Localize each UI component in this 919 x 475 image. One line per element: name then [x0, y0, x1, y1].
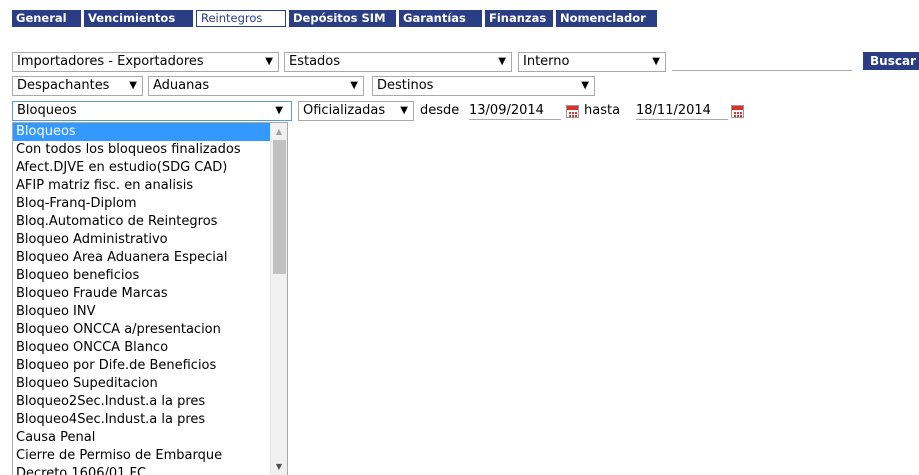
calendar-icon[interactable] [731, 105, 744, 118]
scroll-up-icon[interactable]: ▲ [271, 123, 287, 140]
chevron-down-icon: ▼ [652, 56, 660, 67]
dropdown-option[interactable]: Cierre de Permiso de Embarque [13, 447, 273, 465]
oficializadas-select[interactable]: Oficializadas ▼ [298, 101, 414, 121]
despachantes-select[interactable]: Despachantes ▼ [12, 76, 143, 96]
aduanas-select-value: Aduanas [153, 78, 210, 93]
desde-date-input[interactable]: 13/09/2014 [469, 102, 561, 120]
chevron-down-icon: ▼ [581, 80, 589, 91]
tab-reintegros[interactable]: Reintegros [196, 10, 286, 27]
scrollbar-thumb[interactable] [273, 140, 286, 274]
dropdown-option[interactable]: Bloqueo4Sec.Indust.a la pres [13, 411, 273, 429]
scroll-down-icon[interactable]: ▼ [271, 458, 287, 475]
dropdown-option[interactable]: Bloq-Franq-Diplom [13, 195, 273, 213]
dropdown-option[interactable]: Bloqueos [13, 123, 273, 141]
destinos-select[interactable]: Destinos ▼ [372, 76, 595, 96]
chevron-down-icon: ▼ [265, 56, 273, 67]
bloqueos-dropdown-list[interactable]: Bloqueos Con todos los bloqueos finaliza… [12, 122, 288, 475]
dropdown-option[interactable]: Bloqueo ONCCA a/presentacion [13, 321, 273, 339]
dropdown-option[interactable]: Bloqueo2Sec.Indust.a la pres [13, 393, 273, 411]
dropdown-option[interactable]: Bloqueo Supeditacion [13, 375, 273, 393]
buscar-button[interactable]: Buscar [863, 52, 919, 70]
dropdown-scrollbar[interactable]: ▲ ▼ [270, 123, 287, 475]
oficializadas-select-value: Oficializadas [303, 103, 386, 118]
chevron-down-icon: ▼ [275, 105, 283, 116]
interno-select-value: Interno [523, 54, 570, 69]
despachantes-select-value: Despachantes [17, 78, 110, 93]
desde-label: desde [420, 103, 460, 118]
chevron-down-icon: ▼ [400, 105, 408, 116]
dropdown-option[interactable]: Bloqueo Fraude Marcas [13, 285, 273, 303]
dropdown-option[interactable]: AFIP matriz fisc. en analisis [13, 177, 273, 195]
tab-depositos-sim[interactable]: Depósitos SIM [289, 10, 396, 27]
dropdown-option[interactable]: Bloq.Automatico de Reintegros [13, 213, 273, 231]
chevron-down-icon: ▼ [129, 80, 137, 91]
importadores-select[interactable]: Importadores - Exportadores ▼ [12, 52, 279, 72]
dropdown-option[interactable]: Bloqueo beneficios [13, 267, 273, 285]
tab-finanzas[interactable]: Finanzas [485, 10, 553, 27]
chevron-down-icon: ▼ [350, 80, 358, 91]
estados-select[interactable]: Estados ▼ [284, 52, 512, 72]
bloqueos-select-value: Bloqueos [17, 103, 77, 118]
dropdown-option[interactable]: Afect.DJVE en estudio(SDG CAD) [13, 159, 273, 177]
dropdown-option[interactable]: Bloqueo INV [13, 303, 273, 321]
dropdown-option[interactable]: Causa Penal [13, 429, 273, 447]
tab-garantias[interactable]: Garantías [399, 10, 482, 27]
search-input[interactable] [672, 51, 852, 71]
tab-nomenclador[interactable]: Nomenclador [556, 10, 657, 27]
tab-general[interactable]: General [12, 10, 81, 27]
dropdown-option[interactable]: Bloqueo Area Aduanera Especial [13, 249, 273, 267]
dropdown-option[interactable]: Bloqueo Administrativo [13, 231, 273, 249]
hasta-date-input[interactable]: 18/11/2014 [636, 102, 728, 120]
tab-vencimientos[interactable]: Vencimientos [84, 10, 193, 27]
bloqueos-select[interactable]: Bloqueos ▼ [12, 101, 292, 121]
aduanas-select[interactable]: Aduanas ▼ [148, 76, 364, 96]
calendar-icon[interactable] [566, 105, 579, 118]
estados-select-value: Estados [289, 54, 341, 69]
hasta-label: hasta [584, 103, 621, 118]
interno-select[interactable]: Interno ▼ [518, 52, 666, 72]
dropdown-option[interactable]: Decreto 1606/01 FC [13, 465, 273, 475]
chevron-down-icon: ▼ [498, 56, 506, 67]
destinos-select-value: Destinos [377, 78, 434, 93]
dropdown-option[interactable]: Bloqueo por Dife.de Beneficios [13, 357, 273, 375]
dropdown-option[interactable]: Con todos los bloqueos finalizados [13, 141, 273, 159]
dropdown-option[interactable]: Bloqueo ONCCA Blanco [13, 339, 273, 357]
importadores-select-value: Importadores - Exportadores [17, 54, 204, 69]
